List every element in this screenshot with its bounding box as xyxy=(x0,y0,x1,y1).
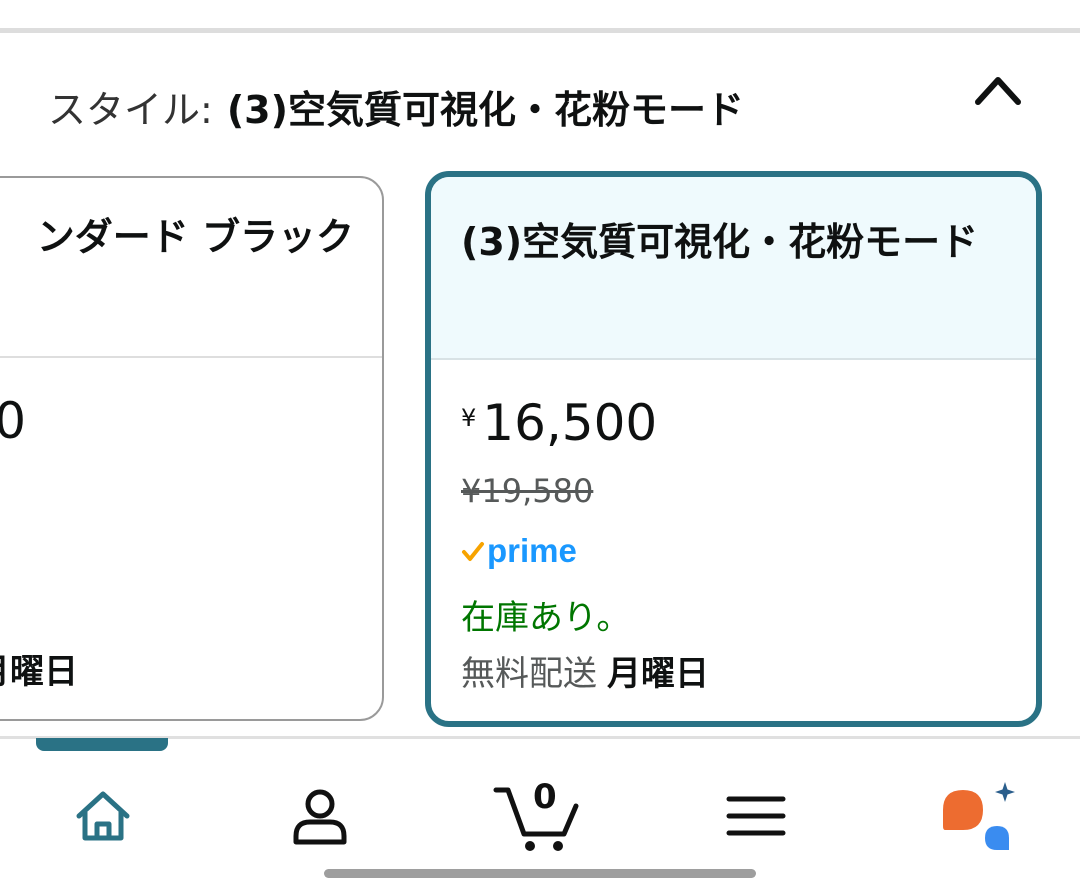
option-title: ンダード ブラック xyxy=(36,215,354,259)
delivery-day: 月曜日 xyxy=(607,654,709,694)
nav-menu[interactable] xyxy=(706,771,806,861)
option-price: 0 xyxy=(0,392,26,450)
top-divider xyxy=(0,28,1080,33)
option-title-area: (3)空気質可視化・花粉モード xyxy=(431,177,1036,360)
option-title-area: ンダード ブラック xyxy=(0,178,382,358)
style-option-card-selected[interactable]: (3)空気質可視化・花粉モード ¥16,500 ¥19,580 prime 在庫… xyxy=(425,171,1042,727)
option-delivery: 無料配送 月曜日 xyxy=(461,646,709,695)
style-value: (3)空気質可視化・花粉モード xyxy=(226,87,744,132)
option-delivery-day: 月曜日 xyxy=(0,652,78,692)
bottom-navigation: 0 xyxy=(0,751,1080,869)
prime-badge: prime xyxy=(461,532,577,570)
style-selector-header[interactable]: スタイル: (3)空気質可視化・花粉モード xyxy=(48,76,744,136)
chevron-up-icon[interactable] xyxy=(972,70,1024,110)
style-options-carousel[interactable]: ンダード ブラック 0 。 月曜日 (3)空気質可視化・花粉モード ¥16,50… xyxy=(0,170,1080,735)
style-option-card[interactable]: ンダード ブラック 0 。 月曜日 xyxy=(0,176,384,721)
cart-count: 0 xyxy=(533,777,557,817)
gesture-bar[interactable] xyxy=(324,869,756,878)
option-price: ¥16,500 xyxy=(461,394,657,452)
prime-label: prime xyxy=(487,532,577,569)
home-icon xyxy=(76,791,130,841)
delivery-label: 無料配送 xyxy=(461,654,597,694)
style-label: スタイル: xyxy=(48,87,213,132)
nav-assistant[interactable] xyxy=(928,771,1028,861)
price-value: 16,500 xyxy=(482,394,658,452)
nav-home[interactable] xyxy=(53,771,153,861)
list-price: ¥19,580 xyxy=(461,472,594,510)
nav-account[interactable] xyxy=(270,771,370,861)
active-tab-indicator xyxy=(36,738,168,751)
prime-check-icon xyxy=(462,542,484,561)
option-stock: 在庫あり。 xyxy=(461,598,631,638)
menu-icon xyxy=(726,796,786,836)
account-icon xyxy=(293,789,347,845)
nav-cart[interactable]: 0 xyxy=(487,771,587,861)
option-title: (3)空気質可視化・花粉モード xyxy=(461,220,979,264)
currency-symbol: ¥ xyxy=(461,404,477,432)
rufus-assistant-icon xyxy=(943,782,1015,850)
